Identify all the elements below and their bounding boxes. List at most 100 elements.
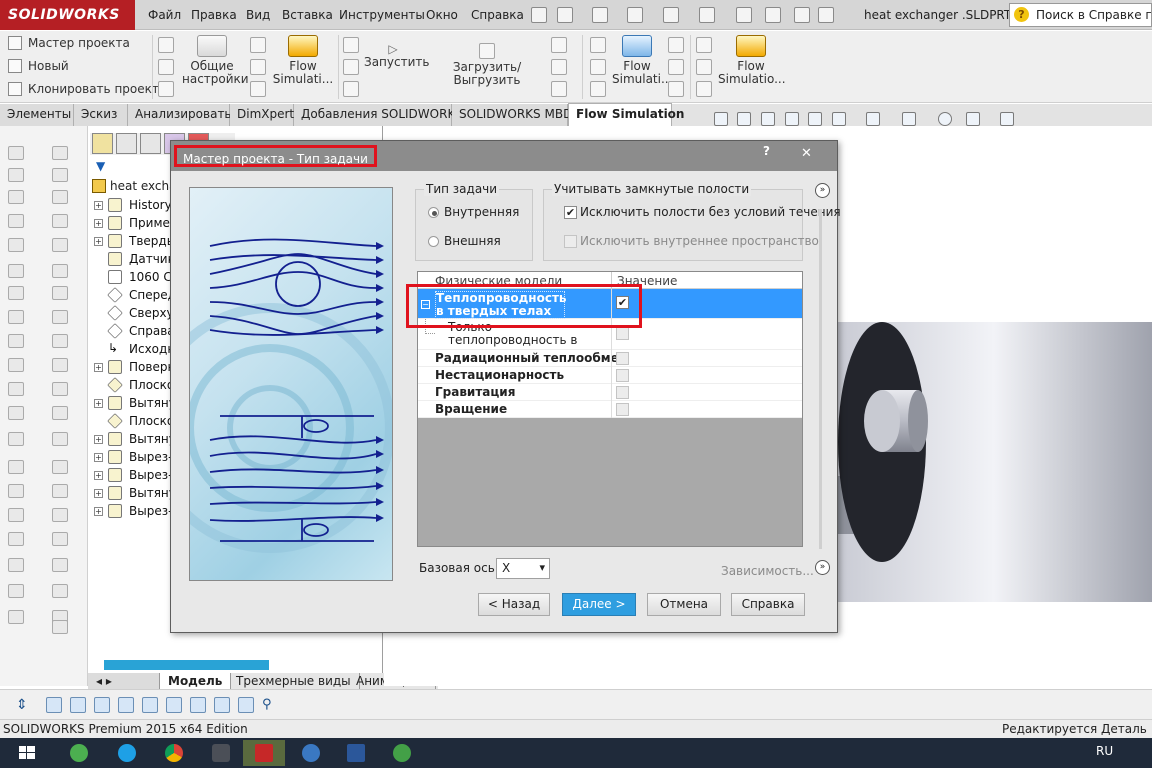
tool-icon[interactable] [52, 532, 68, 546]
tool-icon[interactable] [8, 382, 24, 396]
skype-taskbar-button[interactable] [108, 740, 146, 766]
external-label[interactable]: Внешняя [444, 234, 501, 248]
tool-icon[interactable] [52, 406, 68, 420]
menu-tools[interactable]: Инструменты [339, 8, 425, 22]
rotation-checkbox[interactable] [616, 403, 629, 416]
dynamic-annotation-icon[interactable] [808, 112, 822, 126]
tool-icon[interactable] [52, 214, 68, 228]
view-settings-icon[interactable] [1000, 112, 1014, 126]
tool-icon[interactable] [590, 81, 606, 97]
front-view-icon[interactable] [46, 697, 62, 713]
tool-icon[interactable] [696, 81, 712, 97]
tab-solidworks-mbd[interactable]: SOLIDWORKS MBD [452, 104, 572, 126]
radiation-checkbox[interactable] [616, 352, 629, 365]
tool-icon[interactable] [8, 406, 24, 420]
tool-icon[interactable] [158, 81, 174, 97]
tool-icon[interactable] [52, 460, 68, 474]
grid-row-time-dependent[interactable]: Нестационарность [418, 367, 802, 384]
tool-icon[interactable] [551, 59, 567, 75]
undo-icon[interactable] [699, 7, 715, 23]
tab-evaluate[interactable]: Анализировать [128, 104, 232, 126]
solidworks-logo[interactable]: SOLIDWORKS [0, 0, 135, 30]
tool-icon[interactable] [8, 532, 24, 546]
tool-icon[interactable] [8, 432, 24, 446]
right-view-icon[interactable] [118, 697, 134, 713]
dependency-link[interactable]: Зависимость... [721, 564, 814, 578]
gravity-checkbox[interactable] [616, 386, 629, 399]
app-taskbar-button[interactable] [202, 740, 240, 766]
tool-icon[interactable] [250, 81, 266, 97]
tool-icon[interactable] [8, 238, 24, 252]
property-manager-tab-icon[interactable] [116, 133, 137, 154]
section-view-icon[interactable] [785, 112, 799, 126]
external-radio[interactable] [428, 236, 439, 247]
menu-help[interactable]: Справка [471, 8, 524, 22]
tab-model[interactable]: Модель [160, 673, 232, 689]
word-taskbar-button[interactable] [337, 740, 375, 766]
new-document-icon[interactable] [557, 7, 573, 23]
tab-features[interactable]: Элементы [0, 104, 74, 126]
tab-dimxpert[interactable]: DimXpert [230, 104, 294, 126]
tool-icon[interactable] [250, 37, 266, 53]
tool-icon[interactable] [8, 558, 24, 572]
exclude-no-flow-label[interactable]: Исключить полости без условий течения [580, 205, 841, 219]
exclude-internal-checkbox[interactable] [564, 235, 577, 248]
tool-icon[interactable] [250, 59, 266, 75]
tool-icon[interactable] [696, 59, 712, 75]
tool-icon[interactable] [52, 264, 68, 278]
dialog-close-button[interactable]: ✕ [801, 146, 812, 161]
scene-icon[interactable] [966, 112, 980, 126]
base-axis-select[interactable]: X [496, 558, 550, 579]
tool-icon[interactable] [52, 382, 68, 396]
help-search-input[interactable]: Поиск в Справке по S [1009, 3, 1152, 27]
tool-icon[interactable] [8, 310, 24, 324]
help-button[interactable]: Справка [731, 593, 805, 616]
link-view-icon[interactable]: ⚲ [262, 697, 278, 713]
general-settings-button[interactable]: Общие настройки [182, 35, 249, 86]
left-view-icon[interactable] [94, 697, 110, 713]
next-button[interactable]: Далее > [562, 593, 636, 616]
kompas-taskbar-button[interactable] [292, 740, 330, 766]
zoom-area-icon[interactable] [737, 112, 751, 126]
load-unload-button[interactable]: Загрузить/Выгрузить [428, 43, 546, 87]
menu-window[interactable]: Окно [426, 8, 458, 22]
collapse-bottom-icon[interactable]: » [815, 560, 830, 575]
tool-icon[interactable] [8, 286, 24, 300]
tool-icon[interactable] [668, 37, 684, 53]
tool-icon[interactable] [8, 610, 24, 624]
normal-to-icon[interactable]: ⇕ [16, 697, 32, 713]
grid-row-rotation[interactable]: Вращение [418, 401, 802, 418]
pin-icon[interactable] [531, 7, 547, 23]
trimetric-view-icon[interactable] [214, 697, 230, 713]
run-button[interactable]: ▷ Запустить [364, 43, 429, 69]
conduction-only-checkbox[interactable] [616, 327, 629, 340]
internal-radio[interactable] [428, 207, 439, 218]
flow-simulation-button-1[interactable]: Flow Simulati... [272, 35, 334, 86]
tab-solidworks-addins[interactable]: Добавления SOLIDWORKS [294, 104, 463, 126]
dialog-title-bar[interactable]: Мастер проекта - Тип задачи ? ✕ [171, 141, 837, 171]
tool-icon[interactable] [52, 558, 68, 572]
tool-icon[interactable] [8, 484, 24, 498]
exclude-internal-label[interactable]: Исключить внутреннее пространство [580, 234, 819, 248]
tool-icon[interactable] [52, 190, 68, 204]
tool-icon[interactable] [668, 59, 684, 75]
tab-3d-views[interactable]: Трехмерные виды [228, 673, 360, 689]
feature-manager-tab-icon[interactable] [92, 133, 113, 154]
menu-insert[interactable]: Вставка [282, 8, 333, 22]
top-view-icon[interactable] [142, 697, 158, 713]
flow-simulation-button-3[interactable]: Flow Simulatio... [718, 35, 786, 86]
view-orientation-icon[interactable] [832, 112, 846, 126]
tool-icon[interactable] [343, 81, 359, 97]
zoom-to-fit-icon[interactable] [714, 112, 728, 126]
tool-icon[interactable] [52, 238, 68, 252]
tool-icon[interactable] [8, 460, 24, 474]
configuration-manager-tab-icon[interactable] [140, 133, 161, 154]
tool-icon[interactable] [8, 214, 24, 228]
tool-icon[interactable] [696, 37, 712, 53]
display-style-icon[interactable] [866, 112, 880, 126]
tool-icon[interactable] [343, 59, 359, 75]
collapse-top-icon[interactable]: » [815, 183, 830, 198]
tool-icon[interactable] [158, 37, 174, 53]
time-dependent-checkbox[interactable] [616, 369, 629, 382]
back-button[interactable]: < Назад [478, 593, 550, 616]
